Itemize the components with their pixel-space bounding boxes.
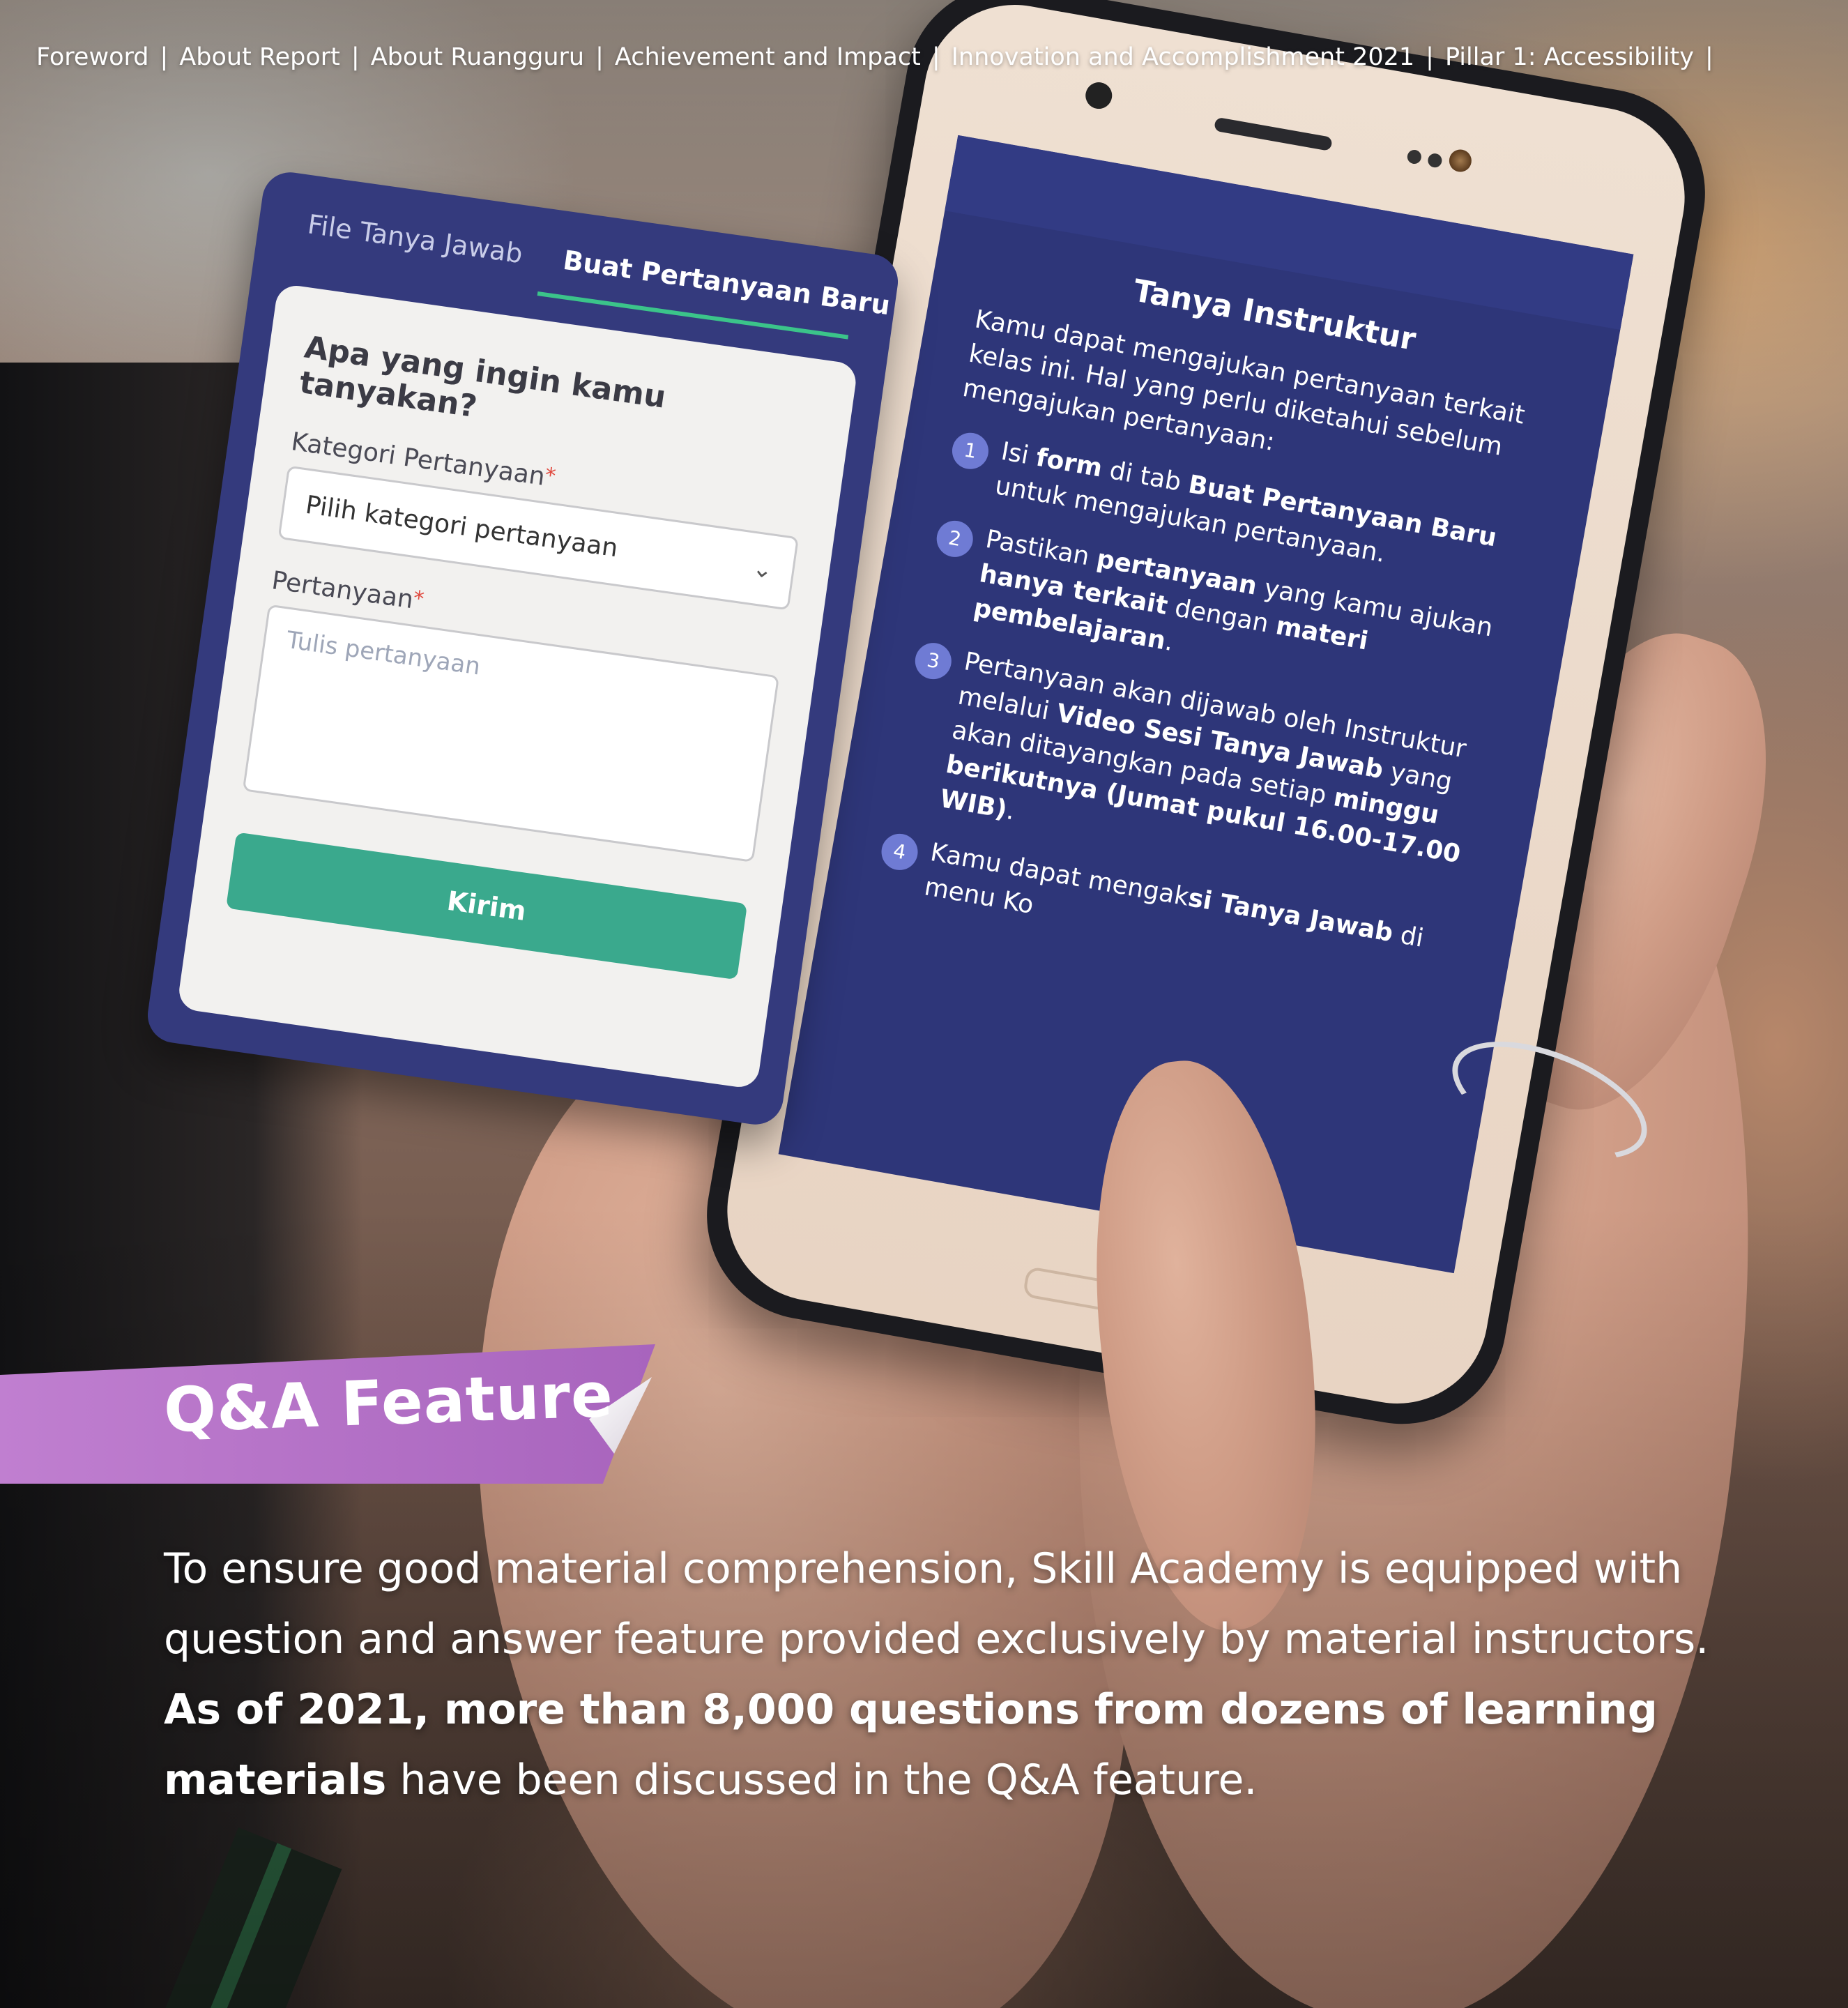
form-body: Apa yang ingin kamu tanyakan? Kategori P… (176, 283, 859, 1090)
nav-separator: | (351, 43, 360, 71)
question-placeholder: Tulis pertanyaan (284, 625, 482, 681)
tab-file-tanya-jawab[interactable]: File Tanya Jawab (306, 208, 525, 269)
tab-buat-pertanyaan-baru[interactable]: Buat Pertanyaan Baru (561, 245, 892, 321)
nav-foreword[interactable]: Foreword (36, 43, 148, 71)
nav-about-report[interactable]: About Report (179, 43, 340, 71)
nav-innovation-2021[interactable]: Innovation and Accomplishment 2021 (952, 43, 1415, 71)
body-paragraph: To ensure good material comprehension, S… (164, 1544, 1709, 1804)
nav-about-ruangguru[interactable]: About Ruangguru (371, 43, 584, 71)
question-form-card: File Tanya Jawab Buat Pertanyaan Baru Ap… (144, 169, 902, 1128)
nav-pillar-1-accessibility[interactable]: Pillar 1: Accessibility (1445, 43, 1694, 71)
category-select-value: Pilih kategori pertanyaan (303, 490, 620, 563)
required-mark: * (543, 463, 558, 489)
nav-separator: | (595, 43, 604, 71)
ring (1436, 1017, 1663, 1183)
chevron-down-icon: ⌄ (750, 554, 774, 585)
nav-separator: | (1704, 43, 1713, 71)
nav-separator: | (931, 43, 940, 71)
nav-achievement-and-impact[interactable]: Achievement and Impact (615, 43, 921, 71)
kirim-button[interactable]: Kirim (226, 832, 748, 980)
nav-separator: | (1426, 43, 1434, 71)
report-navigation: Foreword | About Report | About Ruangguru | Ac… (36, 43, 1834, 78)
nav-separator: | (160, 43, 169, 71)
